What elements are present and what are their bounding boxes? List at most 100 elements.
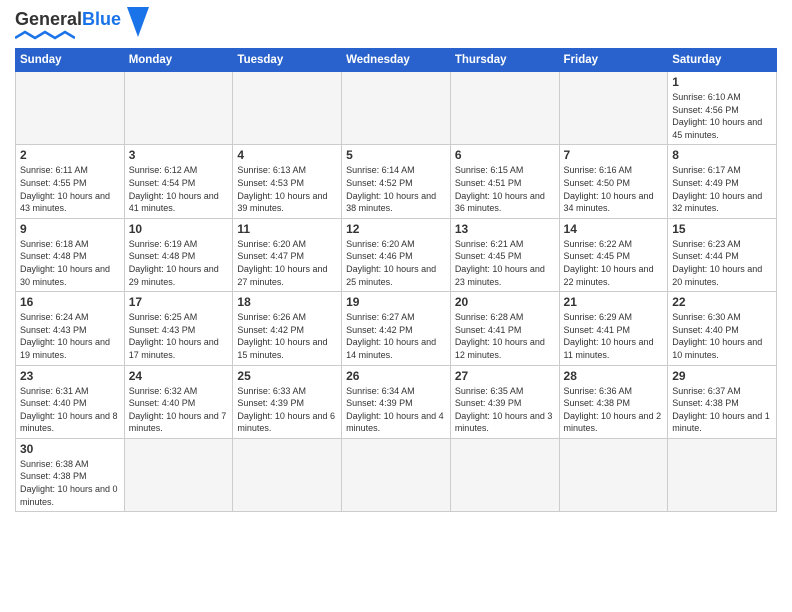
calendar-week-3: 9 Sunrise: 6:18 AM Sunset: 4:48 PM Daylig…	[16, 218, 777, 291]
weekday-header-row: SundayMondayTuesdayWednesdayThursdayFrid…	[16, 49, 777, 72]
logo-blue-text: Blue	[82, 9, 121, 29]
day-info: Sunrise: 6:21 AM Sunset: 4:45 PM Dayligh…	[455, 238, 555, 288]
weekday-header-thursday: Thursday	[450, 49, 559, 72]
day-number: 22	[672, 295, 772, 309]
calendar-cell: 3 Sunrise: 6:12 AM Sunset: 4:54 PM Daylig…	[124, 145, 233, 218]
calendar-cell	[559, 72, 668, 145]
day-number: 27	[455, 369, 555, 383]
day-number: 28	[564, 369, 664, 383]
weekday-header-saturday: Saturday	[668, 49, 777, 72]
day-number: 21	[564, 295, 664, 309]
day-info: Sunrise: 6:23 AM Sunset: 4:44 PM Dayligh…	[672, 238, 772, 288]
calendar-cell	[233, 72, 342, 145]
calendar-week-4: 16 Sunrise: 6:24 AM Sunset: 4:43 PM Dayli…	[16, 292, 777, 365]
day-info: Sunrise: 6:17 AM Sunset: 4:49 PM Dayligh…	[672, 164, 772, 214]
day-number: 18	[237, 295, 337, 309]
calendar-cell	[124, 72, 233, 145]
day-info: Sunrise: 6:20 AM Sunset: 4:46 PM Dayligh…	[346, 238, 446, 288]
calendar-cell: 2 Sunrise: 6:11 AM Sunset: 4:55 PM Daylig…	[16, 145, 125, 218]
calendar-cell: 30 Sunrise: 6:38 AM Sunset: 4:38 PM Dayli…	[16, 438, 125, 511]
calendar-week-5: 23Sunrise: 6:31 AM Sunset: 4:40 PM Dayli…	[16, 365, 777, 438]
calendar-cell: 19Sunrise: 6:27 AM Sunset: 4:42 PM Dayli…	[342, 292, 451, 365]
calendar-cell: 16 Sunrise: 6:24 AM Sunset: 4:43 PM Dayli…	[16, 292, 125, 365]
day-number: 3	[129, 148, 229, 162]
day-number: 24	[129, 369, 229, 383]
day-info: Sunrise: 6:36 AM Sunset: 4:38 PM Dayligh…	[564, 385, 664, 435]
calendar-cell: 24 Sunrise: 6:32 AM Sunset: 4:40 PM Dayli…	[124, 365, 233, 438]
calendar-cell: 5 Sunrise: 6:14 AM Sunset: 4:52 PM Daylig…	[342, 145, 451, 218]
day-info: Sunrise: 6:27 AM Sunset: 4:42 PM Dayligh…	[346, 311, 446, 361]
day-info: Sunrise: 6:22 AM Sunset: 4:45 PM Dayligh…	[564, 238, 664, 288]
calendar-cell	[124, 438, 233, 511]
day-number: 5	[346, 148, 446, 162]
day-number: 8	[672, 148, 772, 162]
day-info: Sunrise: 6:15 AM Sunset: 4:51 PM Dayligh…	[455, 164, 555, 214]
calendar-cell: 22 Sunrise: 6:30 AM Sunset: 4:40 PM Dayli…	[668, 292, 777, 365]
day-info: Sunrise: 6:28 AM Sunset: 4:41 PM Dayligh…	[455, 311, 555, 361]
day-info: Sunrise: 6:32 AM Sunset: 4:40 PM Dayligh…	[129, 385, 229, 435]
calendar-cell: 29Sunrise: 6:37 AM Sunset: 4:38 PM Dayli…	[668, 365, 777, 438]
calendar-cell: 25Sunrise: 6:33 AM Sunset: 4:39 PM Dayli…	[233, 365, 342, 438]
day-number: 17	[129, 295, 229, 309]
day-info: Sunrise: 6:16 AM Sunset: 4:50 PM Dayligh…	[564, 164, 664, 214]
day-info: Sunrise: 6:31 AM Sunset: 4:40 PM Dayligh…	[20, 385, 120, 435]
day-info: Sunrise: 6:24 AM Sunset: 4:43 PM Dayligh…	[20, 311, 120, 361]
day-info: Sunrise: 6:20 AM Sunset: 4:47 PM Dayligh…	[237, 238, 337, 288]
day-info: Sunrise: 6:34 AM Sunset: 4:39 PM Dayligh…	[346, 385, 446, 435]
calendar-cell: 17 Sunrise: 6:25 AM Sunset: 4:43 PM Dayli…	[124, 292, 233, 365]
calendar-cell	[450, 438, 559, 511]
day-info: Sunrise: 6:14 AM Sunset: 4:52 PM Dayligh…	[346, 164, 446, 214]
calendar-cell: 4Sunrise: 6:13 AM Sunset: 4:53 PM Daylig…	[233, 145, 342, 218]
calendar-week-6: 30 Sunrise: 6:38 AM Sunset: 4:38 PM Dayli…	[16, 438, 777, 511]
logo: GeneralBlue	[15, 10, 149, 42]
day-info: Sunrise: 6:30 AM Sunset: 4:40 PM Dayligh…	[672, 311, 772, 361]
calendar-cell: 10 Sunrise: 6:19 AM Sunset: 4:48 PM Dayli…	[124, 218, 233, 291]
day-number: 20	[455, 295, 555, 309]
page: GeneralBlue SundayMondayTuesdayWednesday…	[0, 0, 792, 612]
day-info: Sunrise: 6:19 AM Sunset: 4:48 PM Dayligh…	[129, 238, 229, 288]
day-info: Sunrise: 6:33 AM Sunset: 4:39 PM Dayligh…	[237, 385, 337, 435]
calendar-cell: 23Sunrise: 6:31 AM Sunset: 4:40 PM Dayli…	[16, 365, 125, 438]
calendar-cell: 7 Sunrise: 6:16 AM Sunset: 4:50 PM Daylig…	[559, 145, 668, 218]
day-number: 4	[237, 148, 337, 162]
day-number: 6	[455, 148, 555, 162]
weekday-header-wednesday: Wednesday	[342, 49, 451, 72]
day-number: 1	[672, 75, 772, 89]
weekday-header-monday: Monday	[124, 49, 233, 72]
day-number: 16	[20, 295, 120, 309]
calendar-cell	[16, 72, 125, 145]
day-info: Sunrise: 6:38 AM Sunset: 4:38 PM Dayligh…	[20, 458, 120, 508]
calendar-cell: 8 Sunrise: 6:17 AM Sunset: 4:49 PM Daylig…	[668, 145, 777, 218]
logo-triangle-icon	[127, 7, 149, 37]
day-number: 10	[129, 222, 229, 236]
day-number: 29	[672, 369, 772, 383]
day-number: 15	[672, 222, 772, 236]
weekday-header-tuesday: Tuesday	[233, 49, 342, 72]
calendar-cell: 28 Sunrise: 6:36 AM Sunset: 4:38 PM Dayli…	[559, 365, 668, 438]
day-info: Sunrise: 6:11 AM Sunset: 4:55 PM Dayligh…	[20, 164, 120, 214]
calendar-cell: 12 Sunrise: 6:20 AM Sunset: 4:46 PM Dayli…	[342, 218, 451, 291]
calendar-cell	[559, 438, 668, 511]
day-number: 9	[20, 222, 120, 236]
day-number: 12	[346, 222, 446, 236]
calendar-table: SundayMondayTuesdayWednesdayThursdayFrid…	[15, 48, 777, 512]
day-info: Sunrise: 6:25 AM Sunset: 4:43 PM Dayligh…	[129, 311, 229, 361]
day-number: 7	[564, 148, 664, 162]
logo-wave-icon	[15, 28, 75, 42]
day-info: Sunrise: 6:12 AM Sunset: 4:54 PM Dayligh…	[129, 164, 229, 214]
calendar-cell	[342, 72, 451, 145]
calendar-cell: 21Sunrise: 6:29 AM Sunset: 4:41 PM Dayli…	[559, 292, 668, 365]
weekday-header-friday: Friday	[559, 49, 668, 72]
day-number: 14	[564, 222, 664, 236]
logo-text: GeneralBlue	[15, 10, 121, 28]
day-number: 26	[346, 369, 446, 383]
calendar-cell: 9 Sunrise: 6:18 AM Sunset: 4:48 PM Daylig…	[16, 218, 125, 291]
calendar-cell: 18Sunrise: 6:26 AM Sunset: 4:42 PM Dayli…	[233, 292, 342, 365]
day-number: 2	[20, 148, 120, 162]
day-info: Sunrise: 6:18 AM Sunset: 4:48 PM Dayligh…	[20, 238, 120, 288]
day-number: 30	[20, 442, 120, 456]
calendar-cell: 20 Sunrise: 6:28 AM Sunset: 4:41 PM Dayli…	[450, 292, 559, 365]
calendar-cell: 14 Sunrise: 6:22 AM Sunset: 4:45 PM Dayli…	[559, 218, 668, 291]
day-number: 11	[237, 222, 337, 236]
calendar-cell: 1Sunrise: 6:10 AM Sunset: 4:56 PM Daylig…	[668, 72, 777, 145]
